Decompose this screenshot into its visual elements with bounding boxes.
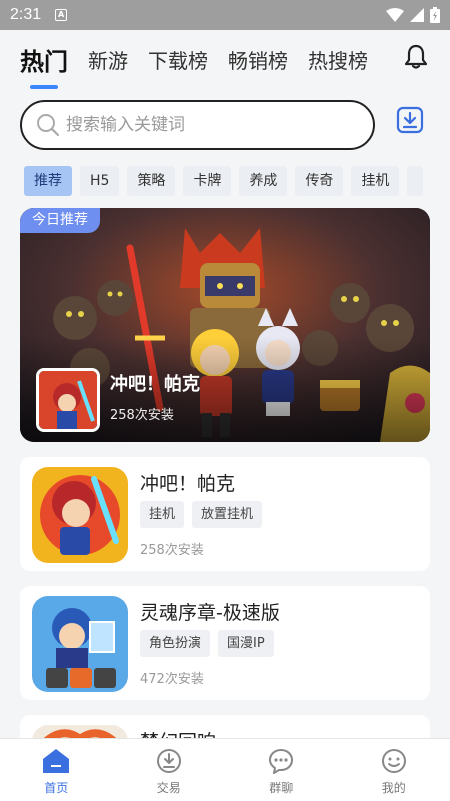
home-icon — [43, 749, 70, 773]
category-chip-recommended[interactable]: 推荐 — [24, 166, 72, 196]
category-chips: 推荐 H5 策略 卡牌 养成 传奇 挂机 — [24, 166, 424, 196]
category-chip-legend[interactable]: 传奇 — [295, 166, 344, 196]
nav-profile[interactable]: 我的 — [338, 739, 450, 801]
game-tag[interactable]: 放置挂机 — [192, 501, 263, 528]
game-title: 灵魂序章-极速版 — [140, 602, 280, 624]
accessibility-indicator-icon: A — [55, 9, 68, 21]
status-bar: 2:31 A — [0, 0, 450, 30]
status-time: 2:31 — [10, 6, 42, 23]
category-chip-idle[interactable]: 挂机 — [351, 166, 400, 196]
nav-label: 首页 — [44, 781, 69, 795]
tab-download-chart[interactable]: 下载榜 — [148, 45, 208, 74]
status-icons — [386, 7, 440, 23]
battery-icon — [430, 7, 440, 23]
game-tag[interactable]: 国漫IP — [218, 630, 274, 657]
profile-icon — [381, 749, 406, 773]
nav-trade[interactable]: 交易 — [113, 739, 226, 801]
tab-bestseller-chart[interactable]: 畅销榜 — [228, 45, 288, 74]
category-chip-simulation[interactable]: 养成 — [239, 166, 288, 196]
search-bar[interactable] — [20, 100, 375, 150]
category-chip-more[interactable] — [407, 166, 424, 196]
banner-game-title: 冲吧！帕克 — [110, 374, 200, 395]
bell-icon[interactable] — [404, 44, 428, 70]
signal-icon — [410, 8, 424, 22]
category-chip-strategy[interactable]: 策略 — [127, 166, 176, 196]
search-icon — [37, 114, 60, 137]
game-tags: 挂机 放置挂机 — [140, 501, 263, 528]
trade-icon — [156, 749, 181, 773]
game-tag[interactable]: 角色扮演 — [140, 630, 211, 657]
game-card[interactable]: 灵魂序章-极速版 角色扮演 国漫IP 472次安装 — [20, 586, 430, 700]
install-count: 258次安装 — [140, 543, 204, 558]
chat-icon — [269, 749, 294, 774]
banner-install-count: 258次安装 — [110, 408, 174, 423]
tab-trending-search-chart[interactable]: 热搜榜 — [308, 45, 368, 74]
banner-game-thumbnail — [36, 368, 100, 432]
nav-label: 群聊 — [269, 781, 294, 795]
bottom-navigation: 首页 交易 群聊 我的 — [0, 738, 450, 801]
game-title: 冲吧！帕克 — [140, 473, 236, 495]
game-tags: 角色扮演 国漫IP — [140, 630, 274, 657]
install-count: 472次安装 — [140, 672, 204, 687]
top-tabs: 热门 新游 下载榜 畅销榜 热搜榜 — [0, 30, 450, 89]
game-icon — [32, 467, 128, 563]
wifi-icon — [386, 8, 404, 22]
tab-hot[interactable]: 热门 — [20, 42, 68, 89]
game-icon — [32, 596, 128, 692]
category-chip-card[interactable]: 卡牌 — [183, 166, 232, 196]
nav-group-chat[interactable]: 群聊 — [225, 739, 338, 801]
game-card[interactable]: 冲吧！帕克 挂机 放置挂机 258次安装 — [20, 457, 430, 571]
download-manager-icon[interactable] — [396, 106, 424, 134]
app-screen: 2:31 A 热门 新游 下载榜 畅销榜 热搜榜 推荐 H5 策略 卡牌 养成 — [0, 0, 450, 801]
featured-banner[interactable]: 今日推荐 冲吧！帕克 258次安装 — [20, 208, 430, 442]
today-recommend-badge: 今日推荐 — [20, 208, 100, 233]
tab-new-games[interactable]: 新游 — [88, 45, 128, 74]
nav-home[interactable]: 首页 — [0, 739, 113, 801]
category-chip-h5[interactable]: H5 — [80, 166, 120, 196]
nav-label: 我的 — [381, 781, 406, 795]
search-input[interactable] — [66, 115, 346, 135]
game-tag[interactable]: 挂机 — [140, 501, 185, 528]
nav-label: 交易 — [156, 781, 181, 795]
